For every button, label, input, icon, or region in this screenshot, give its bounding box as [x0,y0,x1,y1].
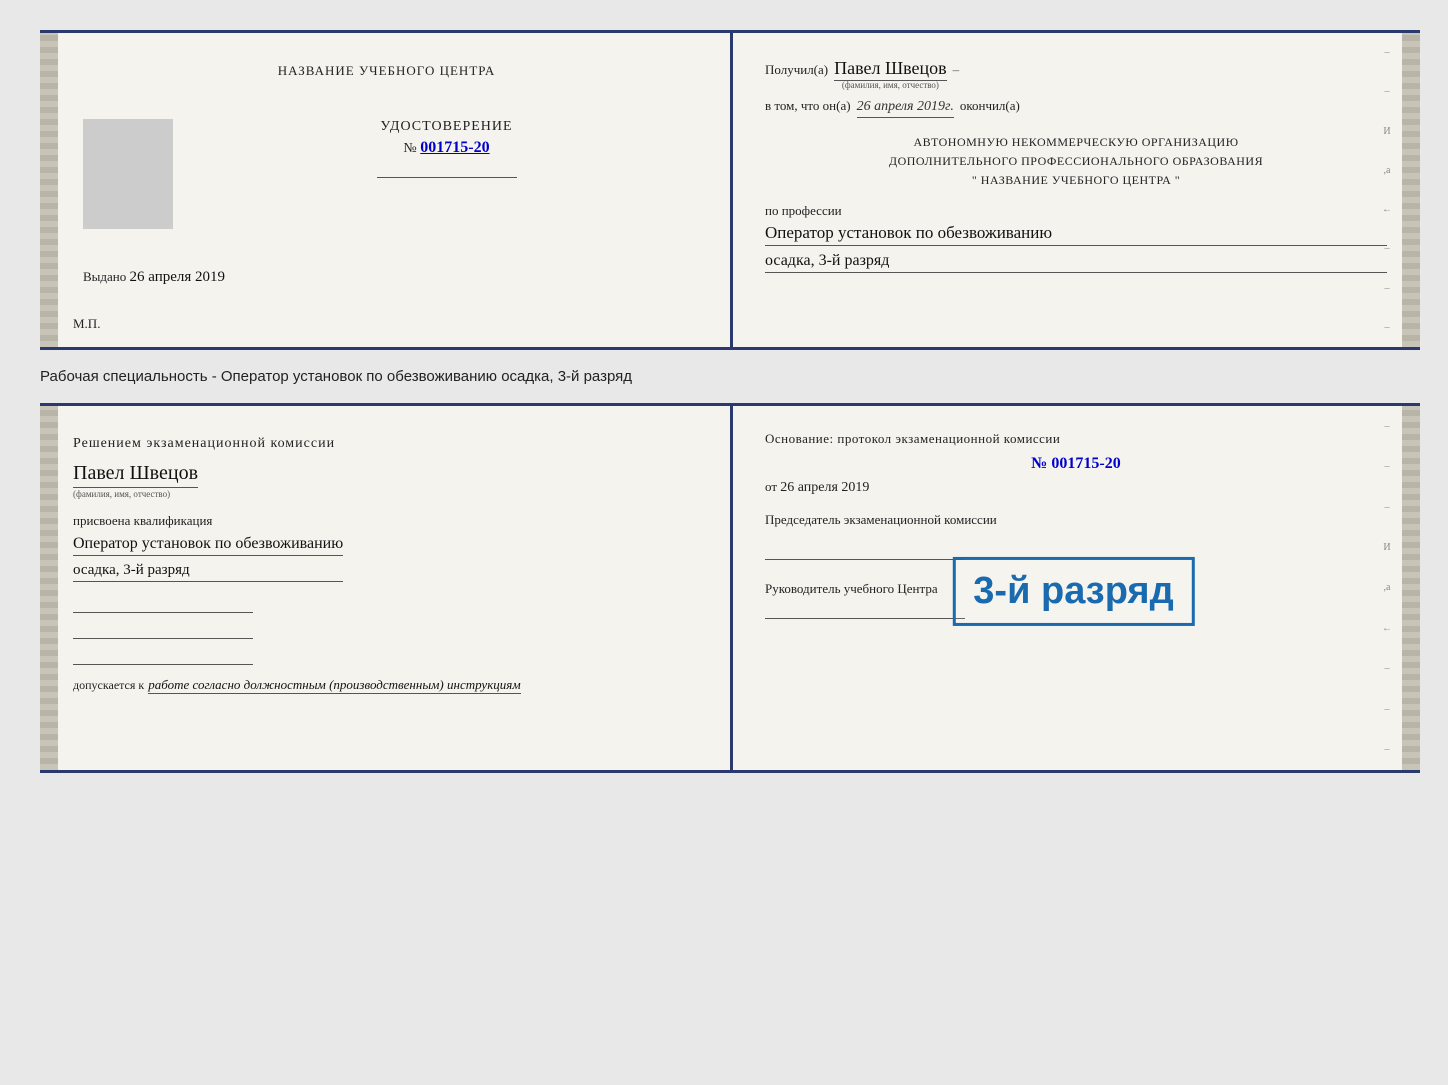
sign-line-2 [73,621,253,639]
pavel-shvetsov-block: Павел Швецов (фамилия, имя, отчество) [73,462,198,499]
udostoverenie-title: УДОСТОВЕРЕНИЕ [380,119,512,135]
osnovanie-label: Основание: протокол экзаменационной коми… [765,431,1387,447]
photo-placeholder [83,119,173,229]
number-prefix-label: № 001715-20 [403,139,489,157]
right-deco: – – И ,а ← – – – [1382,33,1392,347]
document-card-1: НАЗВАНИЕ УЧЕБНОГО ЦЕНТРА УДОСТОВЕРЕНИЕ №… [40,30,1420,350]
ot-date-line: от 26 апреля 2019 [765,479,1387,496]
doc2-left: Решением экзаменационной комиссии Павел … [43,406,730,770]
vtom-line: в том, что он(а) 26 апреля 2019г. окончи… [765,98,1387,118]
doc1-center-title: НАЗВАНИЕ УЧЕБНОГО ЦЕНТРА [278,63,495,79]
doc2-recipient-name: Павел Швецов [73,462,198,488]
ot-date: 26 апреля 2019 [780,480,869,495]
vydano-date: 26 апреля 2019 [130,269,226,285]
right-deco-2: – – – И ,а ← – – – [1382,406,1392,770]
document-card-2: Решением экзаменационной комиссии Павел … [40,403,1420,773]
org-block: АВТОНОМНУЮ НЕКОММЕРЧЕСКУЮ ОРГАНИЗАЦИЮ ДО… [765,133,1387,191]
vtom-date: 26 апреля 2019г. [857,99,954,118]
mp-label: М.П. [73,316,100,332]
vydano-line: Выдано 26 апреля 2019 [83,269,700,286]
profession-text: Оператор установок по обезвоживанию [765,223,1387,246]
dopusk-value: работе согласно должностным (производств… [148,677,520,694]
resheniem-title: Решением экзаменационной комиссии [73,436,335,452]
razryad-text: осадка, 3-й разряд [765,252,1387,273]
poluchil-line: Получил(а) Павел Швецов (фамилия, имя, о… [765,58,1387,90]
sign-line-1 [73,595,253,613]
doc2-profession-line1: Оператор установок по обезвоживанию [73,535,343,556]
stamp-overlay: 3-й разряд [952,557,1194,626]
predsedatel-label: Председатель экзаменационной комиссии [765,511,1387,529]
stamp-text: 3-й разряд [973,570,1173,613]
prisvoena-label: присвоена квалификация [73,513,212,529]
subtitle-text: Рабочая специальность - Оператор установ… [40,368,632,385]
sign-lines-block [73,595,253,665]
recipient-name: Павел Швецов [834,58,947,81]
udostoverenie-block: УДОСТОВЕРЕНИЕ № 001715-20 [193,119,700,178]
doc2-profession-line2: осадка, 3-й разряд [73,562,343,582]
sign-line-3 [73,647,253,665]
doc1-left: НАЗВАНИЕ УЧЕБНОГО ЦЕНТРА УДОСТОВЕРЕНИЕ №… [43,33,730,347]
qualification-block: Оператор установок по обезвоживанию осад… [73,535,343,582]
dopuskaetsya-line: допускается к работе согласно должностны… [73,677,521,694]
po-professii-label: по профессии [765,203,1387,219]
doc2-right: Основание: протокол экзаменационной коми… [730,406,1417,770]
page-container: НАЗВАНИЕ УЧЕБНОГО ЦЕНТРА УДОСТОВЕРЕНИЕ №… [20,20,1428,783]
udostoverenie-number: 001715-20 [420,139,489,156]
doc1-right: Получил(а) Павел Швецов (фамилия, имя, о… [730,33,1417,347]
protocol-number: № 001715-20 [765,455,1387,473]
